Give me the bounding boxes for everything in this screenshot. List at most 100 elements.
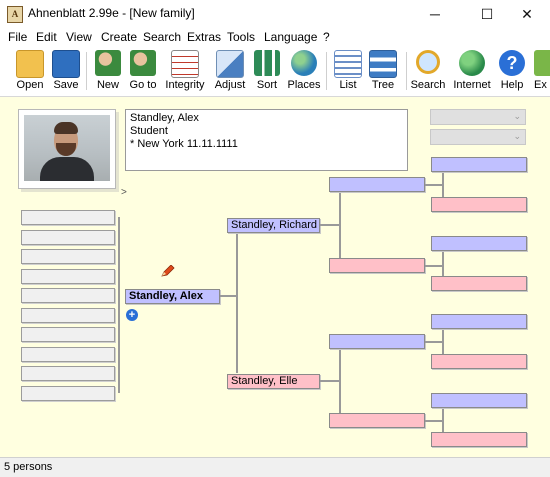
- sibling-slot[interactable]: [21, 347, 115, 362]
- menu-edit[interactable]: Edit: [36, 30, 57, 44]
- next-photo-arrow[interactable]: >: [121, 187, 127, 198]
- tree-connector: [425, 341, 442, 343]
- search-button[interactable]: Search: [411, 48, 445, 94]
- sibling-slot[interactable]: [21, 210, 115, 225]
- menu-help[interactable]: ?: [323, 30, 330, 44]
- tree-connector: [320, 380, 339, 382]
- sibling-slot[interactable]: [21, 386, 115, 401]
- globe-icon: [291, 50, 317, 76]
- integrity-button[interactable]: Integrity: [165, 48, 205, 94]
- sibling-slot[interactable]: [21, 327, 115, 342]
- tree-connector: [339, 185, 341, 265]
- new-person-icon: [95, 50, 121, 76]
- filter-combo-1[interactable]: ⌄: [430, 109, 526, 125]
- great-grandparent-box[interactable]: [431, 432, 527, 447]
- great-grandparent-box[interactable]: [431, 236, 527, 251]
- chevron-down-icon: ⌄: [513, 131, 521, 141]
- places-button[interactable]: Places: [287, 48, 321, 94]
- integrity-label: Integrity: [165, 79, 205, 91]
- pencil-icon[interactable]: [161, 265, 175, 277]
- sibling-slot[interactable]: [21, 269, 115, 284]
- sibling-connector: [118, 217, 120, 393]
- mother-box[interactable]: Standley, Elle: [227, 374, 320, 389]
- menu-bar: File Edit View Create Search Extras Tool…: [0, 28, 550, 46]
- sort-button[interactable]: Sort: [253, 48, 281, 94]
- add-child-icon[interactable]: +: [126, 309, 138, 321]
- tree-connector: [320, 224, 339, 226]
- great-grandparent-box[interactable]: [431, 276, 527, 291]
- window-title: Ahnenblatt 2.99e - [New family]: [28, 6, 195, 20]
- menu-tools[interactable]: Tools: [227, 30, 255, 44]
- search-label: Search: [410, 79, 446, 91]
- list-button[interactable]: List: [334, 48, 362, 94]
- sort-icon: [254, 50, 280, 76]
- sibling-slot[interactable]: [21, 230, 115, 245]
- grandparent-box[interactable]: [329, 413, 425, 428]
- list-icon: [334, 50, 362, 78]
- go-to-person-icon: [130, 50, 156, 76]
- tree-connector: [425, 184, 442, 186]
- sibling-slot[interactable]: [21, 249, 115, 264]
- menu-language[interactable]: Language: [264, 30, 317, 44]
- filter-combo-2[interactable]: ⌄: [430, 129, 526, 145]
- status-person-count: 5 persons: [4, 461, 53, 473]
- person-photo: [24, 115, 110, 181]
- tree-connector: [425, 265, 442, 267]
- menu-create[interactable]: Create: [101, 30, 137, 44]
- tree-connector: [220, 295, 236, 297]
- great-grandparent-box[interactable]: [431, 393, 527, 408]
- sibling-slot[interactable]: [21, 366, 115, 381]
- close-button[interactable]: ✕: [504, 0, 550, 28]
- exit-button[interactable]: Ex: [534, 48, 550, 94]
- exit-label: Ex: [534, 79, 547, 91]
- grandparent-box[interactable]: [329, 334, 425, 349]
- grandparent-box[interactable]: [329, 258, 425, 273]
- father-box[interactable]: Standley, Richard: [227, 218, 320, 233]
- checklist-icon: [171, 50, 199, 78]
- root-person-box[interactable]: Standley, Alex: [125, 289, 220, 304]
- status-bar: 5 persons: [0, 457, 550, 477]
- toolbar: Open Save New Go to Integrity Adjust Sor…: [0, 46, 550, 97]
- places-label: Places: [287, 79, 321, 91]
- menu-file[interactable]: File: [8, 30, 27, 44]
- chevron-down-icon: ⌄: [513, 111, 521, 121]
- go-to-label: Go to: [129, 79, 157, 91]
- family-tree-canvas: > Standley, Alex Student * New York 11.1…: [0, 97, 550, 457]
- person-name: Standley, Alex: [130, 112, 199, 124]
- menu-view[interactable]: View: [66, 30, 92, 44]
- great-grandparent-box[interactable]: [431, 314, 527, 329]
- great-grandparent-box[interactable]: [431, 197, 527, 212]
- folder-open-icon: [16, 50, 44, 78]
- save-label: Save: [53, 79, 79, 91]
- internet-globe-icon: [459, 50, 485, 76]
- person-occupation: Student: [130, 125, 168, 137]
- tree-connector: [236, 223, 238, 373]
- internet-button[interactable]: Internet: [453, 48, 491, 94]
- tree-label: Tree: [371, 79, 395, 91]
- person-photo-frame[interactable]: [18, 109, 116, 189]
- go-to-button[interactable]: Go to: [129, 48, 157, 94]
- minimize-button[interactable]: ─: [412, 0, 458, 28]
- great-grandparent-box[interactable]: [431, 157, 527, 172]
- magnifier-icon: [416, 50, 440, 74]
- great-grandparent-box[interactable]: [431, 354, 527, 369]
- tree-connector: [425, 420, 442, 422]
- sibling-slot[interactable]: [21, 288, 115, 303]
- save-button[interactable]: Save: [52, 48, 80, 94]
- grandparent-box[interactable]: [329, 177, 425, 192]
- person-birth: * New York 11.11.1111: [130, 138, 238, 150]
- help-button[interactable]: ? Help: [498, 48, 526, 94]
- menu-extras[interactable]: Extras: [187, 30, 221, 44]
- help-icon: ?: [499, 50, 525, 76]
- sibling-slot[interactable]: [21, 308, 115, 323]
- new-person-button[interactable]: New: [94, 48, 122, 94]
- adjust-icon: [216, 50, 244, 78]
- exit-icon: [534, 50, 550, 76]
- person-info-box: Standley, Alex Student * New York 11.11.…: [125, 109, 408, 171]
- adjust-button[interactable]: Adjust: [215, 48, 245, 94]
- menu-search[interactable]: Search: [143, 30, 181, 44]
- tree-icon: [369, 50, 397, 78]
- help-label: Help: [500, 79, 524, 91]
- tree-button[interactable]: Tree: [369, 48, 397, 94]
- open-button[interactable]: Open: [16, 48, 44, 94]
